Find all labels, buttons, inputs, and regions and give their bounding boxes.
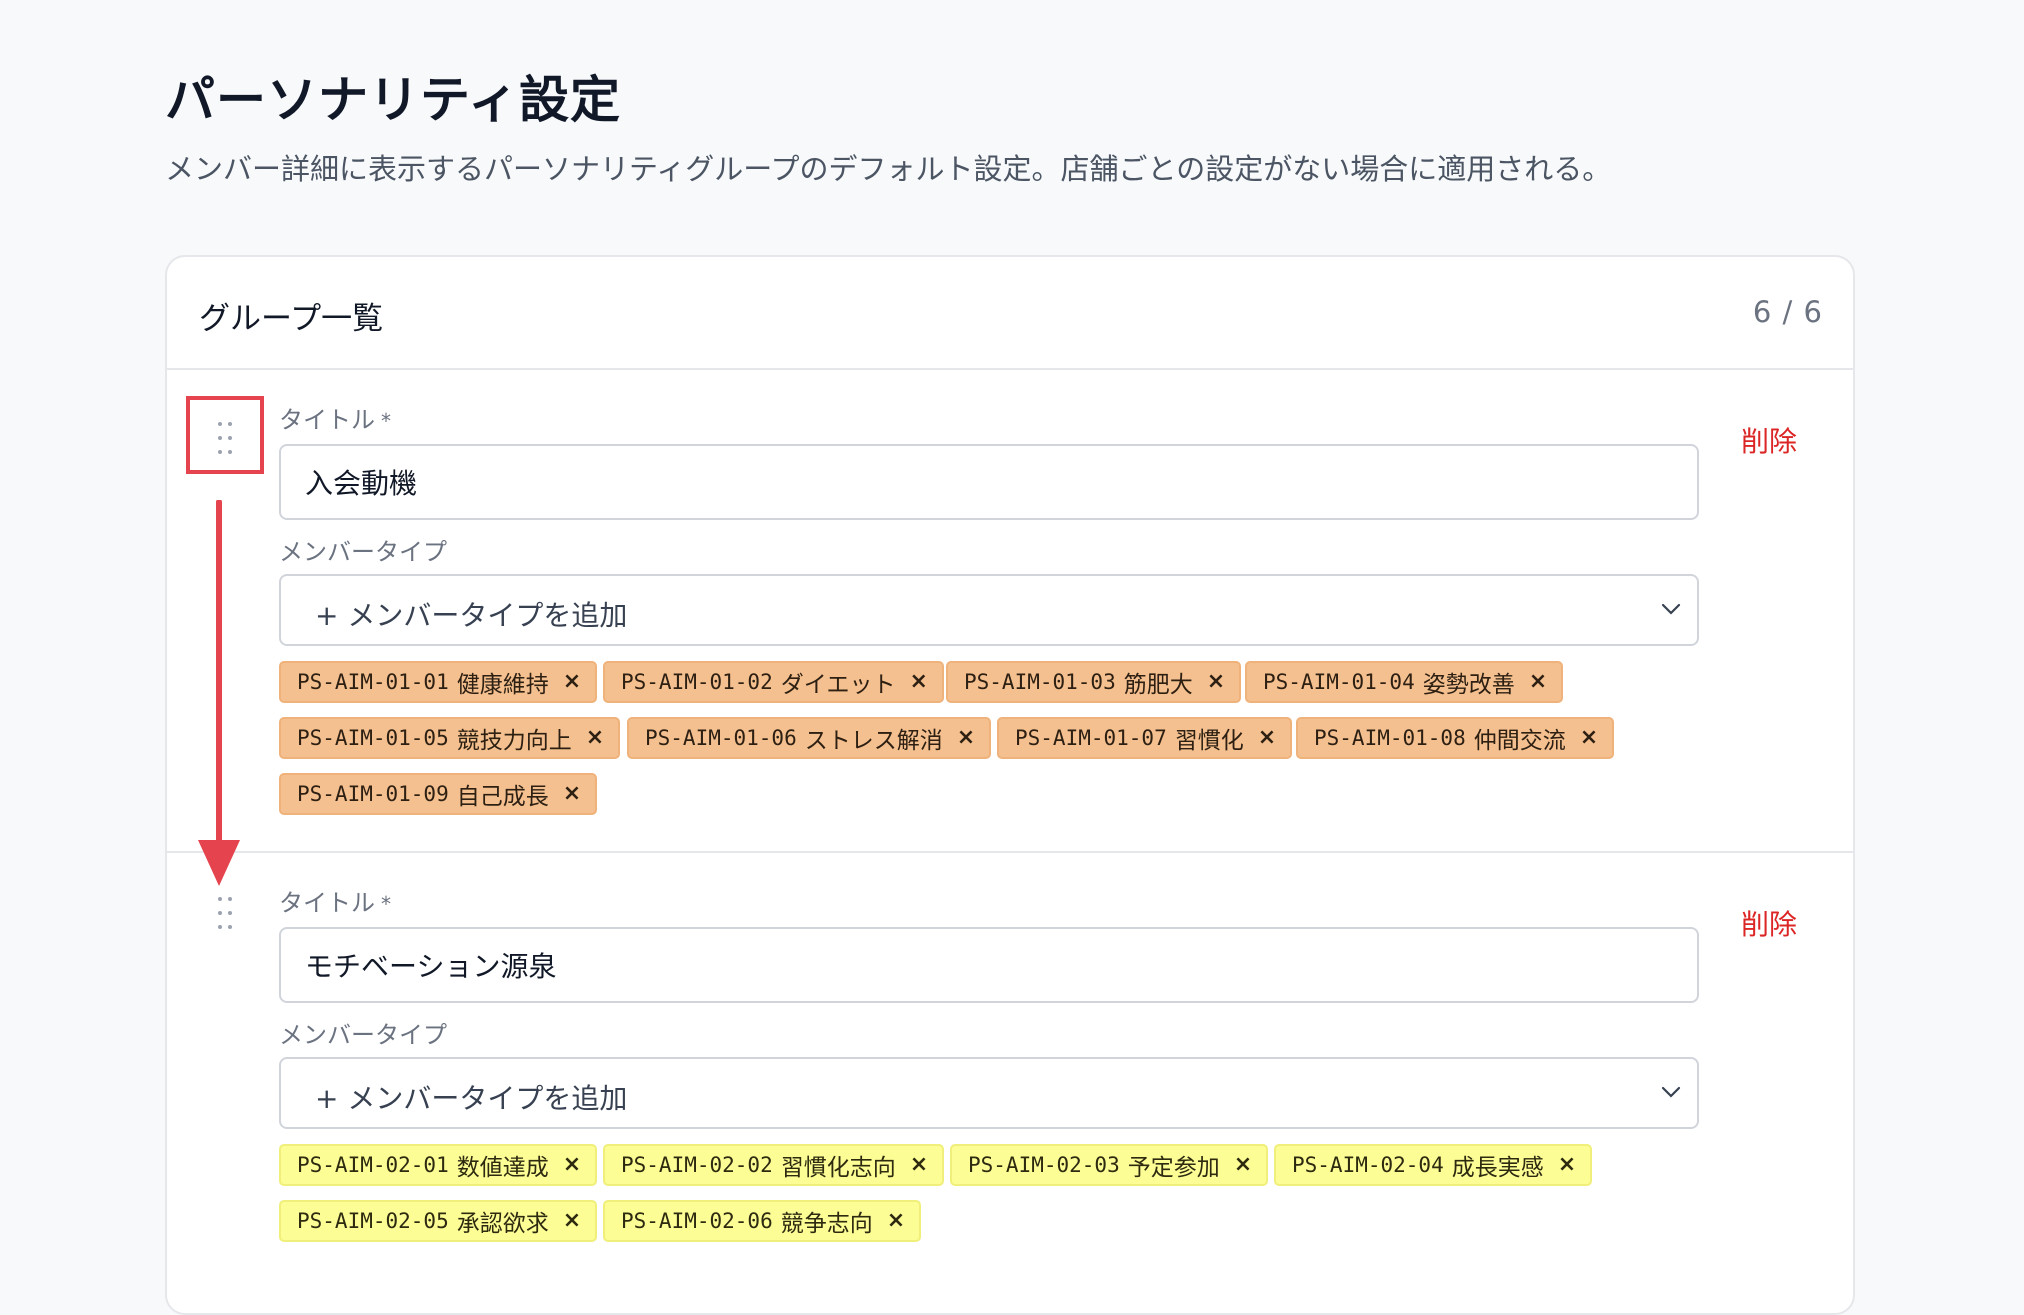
chevron-down-icon xyxy=(1661,603,1681,615)
member-type-tag: PS-AIM-02-04 成長実感 × xyxy=(1274,1144,1593,1186)
title-label: タイトル * xyxy=(279,400,391,435)
tag-name: 筋肥大 xyxy=(1123,672,1193,698)
member-type-tag: PS-AIM-01-09 自己成長 × xyxy=(279,773,598,815)
tag-code: PS-AIM-02-04 xyxy=(1292,1153,1444,1177)
member-type-label: メンバータイプ xyxy=(279,538,447,566)
tag-name: 習慣化 xyxy=(1174,728,1244,754)
member-type-tag: PS-AIM-01-08 仲間交流 × xyxy=(1296,717,1615,759)
tag-code: PS-AIM-01-07 xyxy=(1015,726,1167,750)
page-description: メンバー詳細に表示するパーソナリティグループのデフォルト設定。店舗ごとの設定がな… xyxy=(165,152,1612,186)
member-type-tag: PS-AIM-02-06 競争志向 × xyxy=(603,1200,922,1242)
group-count: 6 / 6 xyxy=(1752,295,1823,329)
tag-name: 予定参加 xyxy=(1127,1155,1220,1181)
tag-code: PS-AIM-01-09 xyxy=(297,782,449,806)
title-input[interactable] xyxy=(279,927,1699,1003)
tag-name: 自己成長 xyxy=(456,784,549,810)
remove-tag-icon[interactable]: × xyxy=(1558,1154,1576,1176)
required-mark: * xyxy=(381,892,391,916)
tag-code: PS-AIM-02-03 xyxy=(968,1153,1120,1177)
title-input[interactable] xyxy=(279,444,1699,520)
annotation-highlight-box xyxy=(186,396,264,474)
delete-button[interactable]: 削除 xyxy=(1741,903,1797,943)
tag-name: 習慣化志向 xyxy=(780,1155,896,1181)
member-type-select[interactable]: + メンバータイプを追加 xyxy=(279,1057,1699,1129)
remove-tag-icon[interactable]: × xyxy=(957,727,975,749)
member-type-tag: PS-AIM-01-06 ストレス解消 × xyxy=(627,717,992,759)
tag-name: ダイエット xyxy=(780,672,896,698)
member-type-tag: PS-AIM-01-03 筋肥大 × xyxy=(946,661,1242,703)
member-type-select-text: + メンバータイプを追加 xyxy=(315,599,628,632)
title-label: タイトル * xyxy=(279,883,391,918)
drag-handle-icon[interactable] xyxy=(213,893,237,933)
tag-code: PS-AIM-01-03 xyxy=(964,670,1116,694)
tag-name: ストレス解消 xyxy=(804,728,943,754)
annotation-down-arrow-icon xyxy=(198,500,240,886)
member-type-tag: PS-AIM-01-01 健康維持 × xyxy=(279,661,598,703)
remove-tag-icon[interactable]: × xyxy=(910,1154,928,1176)
remove-tag-icon[interactable]: × xyxy=(586,727,604,749)
remove-tag-icon[interactable]: × xyxy=(1234,1154,1252,1176)
tag-name: 競争志向 xyxy=(780,1211,873,1237)
page-title: パーソナリティ設定 xyxy=(165,71,621,129)
title-label-text: タイトル xyxy=(279,406,375,434)
remove-tag-icon[interactable]: × xyxy=(563,783,581,805)
remove-tag-icon[interactable]: × xyxy=(563,671,581,693)
group-list-card: グループ一覧 6 / 6 タイトル* 削除 メンバータイプ + メンバータイプを… xyxy=(165,255,1855,1315)
remove-tag-icon[interactable]: × xyxy=(1580,727,1598,749)
remove-tag-icon[interactable]: × xyxy=(563,1154,581,1176)
tag-name: 姿勢改善 xyxy=(1422,672,1515,698)
member-type-tag: PS-AIM-02-05 承認欲求 × xyxy=(279,1200,598,1242)
member-type-select[interactable]: + メンバータイプを追加 xyxy=(279,574,1699,646)
card-title: グループ一覧 xyxy=(199,301,384,337)
remove-tag-icon[interactable]: × xyxy=(1258,727,1276,749)
member-type-label: メンバータイプ xyxy=(279,1021,447,1049)
tag-code: PS-AIM-01-08 xyxy=(1314,726,1466,750)
member-type-tag: PS-AIM-02-03 予定参加 × xyxy=(950,1144,1269,1186)
tag-code: PS-AIM-02-02 xyxy=(621,1153,773,1177)
tag-name: 数値達成 xyxy=(456,1155,549,1181)
group-item: タイトル* 削除 メンバータイプ + メンバータイプを追加 PS-AIM-02-… xyxy=(167,853,1853,1313)
tag-name: 競技力向上 xyxy=(456,728,572,754)
required-mark: * xyxy=(381,409,391,433)
group-item: タイトル* 削除 メンバータイプ + メンバータイプを追加 PS-AIM-01-… xyxy=(167,370,1853,853)
tag-code: PS-AIM-02-06 xyxy=(621,1209,773,1233)
tag-name: 成長実感 xyxy=(1451,1155,1544,1181)
title-label-text: タイトル xyxy=(279,889,375,917)
remove-tag-icon[interactable]: × xyxy=(563,1210,581,1232)
chevron-down-icon xyxy=(1661,1086,1681,1098)
tag-code: PS-AIM-01-04 xyxy=(1263,670,1415,694)
tag-name: 仲間交流 xyxy=(1473,728,1566,754)
member-type-tag: PS-AIM-01-05 競技力向上 × xyxy=(279,717,621,759)
card-header: グループ一覧 6 / 6 xyxy=(167,257,1853,370)
tag-name: 承認欲求 xyxy=(456,1211,549,1237)
remove-tag-icon[interactable]: × xyxy=(1207,671,1225,693)
member-type-tag: PS-AIM-01-04 姿勢改善 × xyxy=(1245,661,1564,703)
member-type-select-text: + メンバータイプを追加 xyxy=(315,1082,628,1115)
member-type-tag: PS-AIM-02-01 数値達成 × xyxy=(279,1144,598,1186)
delete-button[interactable]: 削除 xyxy=(1741,420,1797,460)
tag-code: PS-AIM-01-05 xyxy=(297,726,449,750)
tag-code: PS-AIM-02-01 xyxy=(297,1153,449,1177)
member-type-tag: PS-AIM-01-07 習慣化 × xyxy=(997,717,1293,759)
remove-tag-icon[interactable]: × xyxy=(1529,671,1547,693)
tag-name: 健康維持 xyxy=(456,672,549,698)
tag-code: PS-AIM-01-02 xyxy=(621,670,773,694)
remove-tag-icon[interactable]: × xyxy=(910,671,928,693)
tag-code: PS-AIM-01-01 xyxy=(297,670,449,694)
remove-tag-icon[interactable]: × xyxy=(887,1210,905,1232)
member-type-tag: PS-AIM-02-02 習慣化志向 × xyxy=(603,1144,945,1186)
member-type-tag: PS-AIM-01-02 ダイエット × xyxy=(603,661,944,703)
tag-code: PS-AIM-01-06 xyxy=(645,726,797,750)
tag-code: PS-AIM-02-05 xyxy=(297,1209,449,1233)
